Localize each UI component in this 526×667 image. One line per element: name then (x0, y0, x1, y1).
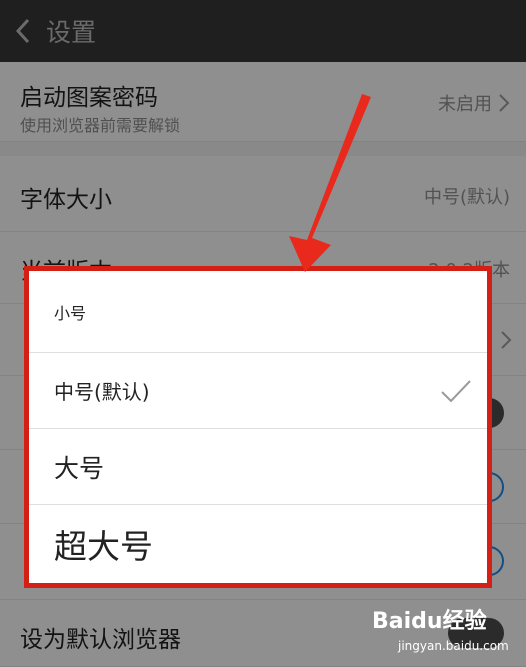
settings-screen: 设置 启动图案密码 使用浏览器前需要解锁 未启用 字体大小 中号(默认) 当前版… (0, 0, 526, 667)
watermark-url: jingyan.baidu.com (398, 639, 509, 653)
chevron-left-icon (15, 18, 30, 44)
option-label: 大号 (54, 453, 105, 483)
baidu-watermark: Baidu经验 jingyan.baidu.com (372, 603, 512, 659)
font-option-medium[interactable]: 中号(默认) (29, 353, 487, 429)
header-bar: 设置 (0, 0, 526, 62)
watermark-logo: Baidu经验 (372, 609, 487, 634)
option-label: 超大号 (54, 527, 153, 566)
option-label: 小号 (54, 303, 87, 323)
font-option-xlarge[interactable]: 超大号 (29, 505, 487, 583)
back-button[interactable] (0, 0, 46, 62)
checkmark-icon (441, 379, 471, 402)
page-title: 设置 (46, 18, 97, 47)
font-option-small[interactable]: 小号 (29, 271, 487, 353)
font-option-large[interactable]: 大号 (29, 429, 487, 505)
option-label: 中号(默认) (54, 380, 150, 404)
font-size-dialog: 小号 中号(默认) 大号 超大号 (29, 271, 487, 583)
